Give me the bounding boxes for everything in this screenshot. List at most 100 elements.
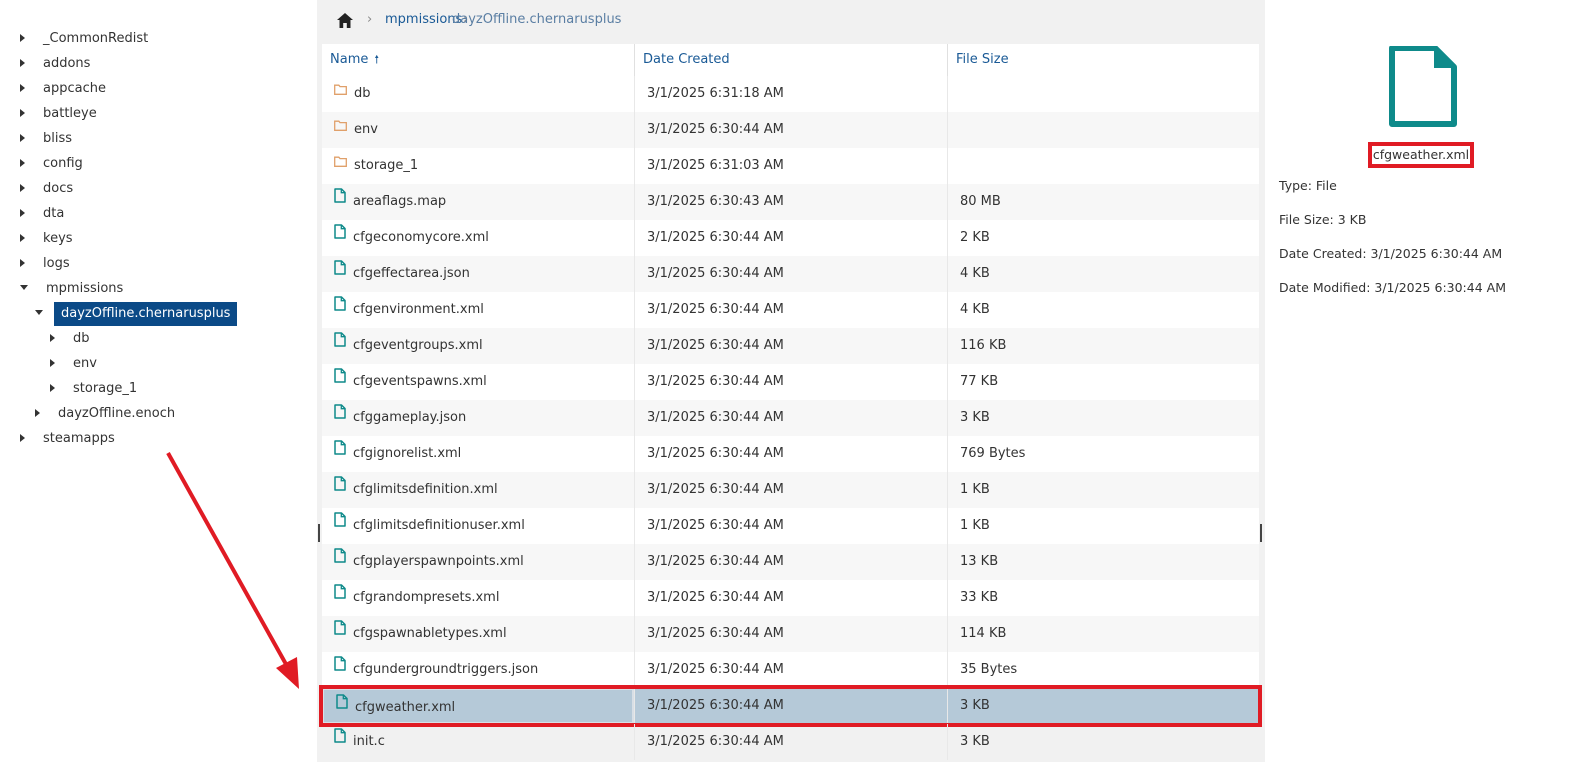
table-row[interactable]: cfgspawnabletypes.xml 3/1/2025 6:30:44 AM…	[322, 616, 1259, 652]
caret-down-icon[interactable]	[20, 285, 28, 290]
tree-node[interactable]: mpmissions	[20, 277, 130, 301]
tree-node-label[interactable]: logs	[36, 252, 77, 276]
tree-node[interactable]: keys	[20, 227, 80, 251]
table-row[interactable]: cfgeffectarea.json 3/1/2025 6:30:44 AM 4 K…	[322, 256, 1259, 292]
tree-node-label[interactable]: battleye	[36, 102, 104, 126]
cell-name[interactable]: areaflags.map	[322, 184, 634, 220]
table-row[interactable]: cfgundergroundtriggers.json 3/1/2025 6:30…	[322, 652, 1259, 688]
table-row[interactable]: env 3/1/2025 6:30:44 AM	[322, 112, 1259, 148]
table-row[interactable]: storage_1 3/1/2025 6:31:03 AM	[322, 148, 1259, 184]
cell-name[interactable]: cfgweather.xml	[322, 688, 634, 724]
caret-right-icon[interactable]	[20, 208, 25, 217]
home-icon[interactable]	[337, 13, 353, 28]
caret-down-icon[interactable]	[35, 310, 43, 315]
tree-node[interactable]: env	[50, 352, 104, 376]
tree-node-label[interactable]: config	[36, 152, 90, 176]
table-row[interactable]: cfgplayerspawnpoints.xml 3/1/2025 6:30:44…	[322, 544, 1259, 580]
table-row[interactable]: cfgrandompresets.xml 3/1/2025 6:30:44 AM 3…	[322, 580, 1259, 616]
cell-name[interactable]: storage_1	[322, 148, 634, 184]
cell-size: 77 KB	[947, 364, 1259, 400]
tree-node-label[interactable]: dta	[36, 202, 71, 226]
cell-name[interactable]: cfglimitsdefinition.xml	[322, 472, 634, 508]
resize-handle-right[interactable]	[1260, 524, 1262, 542]
cell-name[interactable]: cfgrandompresets.xml	[322, 580, 634, 616]
tree-node-label[interactable]: storage_1	[66, 377, 144, 401]
tree-node-label[interactable]: dayzOffline.chernarusplus	[54, 302, 238, 326]
caret-right-icon[interactable]	[20, 233, 25, 242]
cell-name[interactable]: init.c	[322, 724, 634, 760]
cell-name[interactable]: cfgeconomycore.xml	[322, 220, 634, 256]
caret-right-icon[interactable]	[20, 108, 25, 117]
caret-right-icon[interactable]	[20, 83, 25, 92]
tree-node-label[interactable]: env	[66, 352, 104, 376]
tree-node[interactable]: dayzOffline.chernarusplus	[35, 302, 238, 326]
tree-node[interactable]: _CommonRedist	[20, 27, 155, 51]
caret-right-icon[interactable]	[20, 158, 25, 167]
tree-node[interactable]: storage_1	[50, 377, 144, 401]
cell-name[interactable]: cfggameplay.json	[322, 400, 634, 436]
tree-node-label[interactable]: addons	[36, 52, 97, 76]
tree-node-label[interactable]: bliss	[36, 127, 79, 151]
file-icon	[334, 578, 346, 614]
tree-node-label[interactable]: keys	[36, 227, 80, 251]
caret-right-icon[interactable]	[35, 408, 40, 417]
cell-name[interactable]: cfglimitsdefinitionuser.xml	[322, 508, 634, 544]
tree-node[interactable]: logs	[20, 252, 77, 276]
tree-node[interactable]: bliss	[20, 127, 79, 151]
tree-node-label[interactable]: _CommonRedist	[36, 27, 155, 51]
cell-name[interactable]: cfgeffectarea.json	[322, 256, 634, 292]
tree-node-label[interactable]: steamapps	[36, 427, 122, 451]
tree-node-label[interactable]: docs	[36, 177, 80, 201]
tree-node[interactable]: battleye	[20, 102, 104, 126]
column-header-date[interactable]: Date Created	[634, 44, 947, 76]
tree-node[interactable]: dta	[20, 202, 71, 226]
tree-node[interactable]: config	[20, 152, 90, 176]
tree-node[interactable]: docs	[20, 177, 80, 201]
caret-right-icon[interactable]	[50, 383, 55, 392]
tree-node[interactable]: appcache	[20, 77, 113, 101]
caret-right-icon[interactable]	[20, 433, 25, 442]
cell-name[interactable]: cfgeventgroups.xml	[322, 328, 634, 364]
tree-node[interactable]: steamapps	[20, 427, 122, 451]
table-row[interactable]: cfglimitsdefinition.xml 3/1/2025 6:30:44 …	[322, 472, 1259, 508]
table-row[interactable]: cfgignorelist.xml 3/1/2025 6:30:44 AM 769 …	[322, 436, 1259, 472]
table-row[interactable]: cfgeconomycore.xml 3/1/2025 6:30:44 AM 2 K…	[322, 220, 1259, 256]
column-header-name[interactable]: Name 🠕	[322, 44, 634, 76]
column-header-size[interactable]: File Size	[947, 44, 1259, 76]
cell-name[interactable]: env	[322, 112, 634, 148]
table-row[interactable]: cfglimitsdefinitionuser.xml 3/1/2025 6:30…	[322, 508, 1259, 544]
file-name: cfgrandompresets.xml	[353, 590, 500, 605]
cell-date: 3/1/2025 6:30:44 AM	[634, 328, 947, 364]
tree-node[interactable]: addons	[20, 52, 97, 76]
caret-right-icon[interactable]	[50, 333, 55, 342]
cell-name[interactable]: cfgspawnabletypes.xml	[322, 616, 634, 652]
caret-right-icon[interactable]	[20, 58, 25, 67]
table-row[interactable]: areaflags.map 3/1/2025 6:30:43 AM 80 MB	[322, 184, 1259, 220]
cell-name[interactable]: db	[322, 76, 634, 112]
tree-node-label[interactable]: dayzOffline.enoch	[51, 402, 182, 426]
table-row[interactable]: cfgweather.xml 3/1/2025 6:30:44 AM 3 KB	[322, 688, 1259, 724]
caret-right-icon[interactable]	[50, 358, 55, 367]
cell-name[interactable]: cfgeventspawns.xml	[322, 364, 634, 400]
table-row[interactable]: init.c 3/1/2025 6:30:44 AM 3 KB	[322, 724, 1259, 760]
resize-handle-left[interactable]	[318, 524, 320, 542]
table-row[interactable]: cfgenvironment.xml 3/1/2025 6:30:44 AM 4 K…	[322, 292, 1259, 328]
caret-right-icon[interactable]	[20, 183, 25, 192]
caret-right-icon[interactable]	[20, 258, 25, 267]
cell-name[interactable]: cfgplayerspawnpoints.xml	[322, 544, 634, 580]
tree-node[interactable]: db	[50, 327, 97, 351]
table-row[interactable]: cfgeventspawns.xml 3/1/2025 6:30:44 AM 77 …	[322, 364, 1259, 400]
tree-node-label[interactable]: appcache	[36, 77, 113, 101]
caret-right-icon[interactable]	[20, 33, 25, 42]
tree-node-label[interactable]: db	[66, 327, 97, 351]
caret-right-icon[interactable]	[20, 133, 25, 142]
breadcrumb-item-mpmissions[interactable]: mpmissions	[385, 12, 462, 27]
tree-node[interactable]: dayzOffline.enoch	[35, 402, 182, 426]
table-row[interactable]: cfggameplay.json 3/1/2025 6:30:44 AM 3 KB	[322, 400, 1259, 436]
cell-name[interactable]: cfgundergroundtriggers.json	[322, 652, 634, 688]
tree-node-label[interactable]: mpmissions	[39, 277, 130, 301]
cell-name[interactable]: cfgignorelist.xml	[322, 436, 634, 472]
table-row[interactable]: db 3/1/2025 6:31:18 AM	[322, 76, 1259, 112]
table-row[interactable]: cfgeventgroups.xml 3/1/2025 6:30:44 AM 116…	[322, 328, 1259, 364]
cell-name[interactable]: cfgenvironment.xml	[322, 292, 634, 328]
